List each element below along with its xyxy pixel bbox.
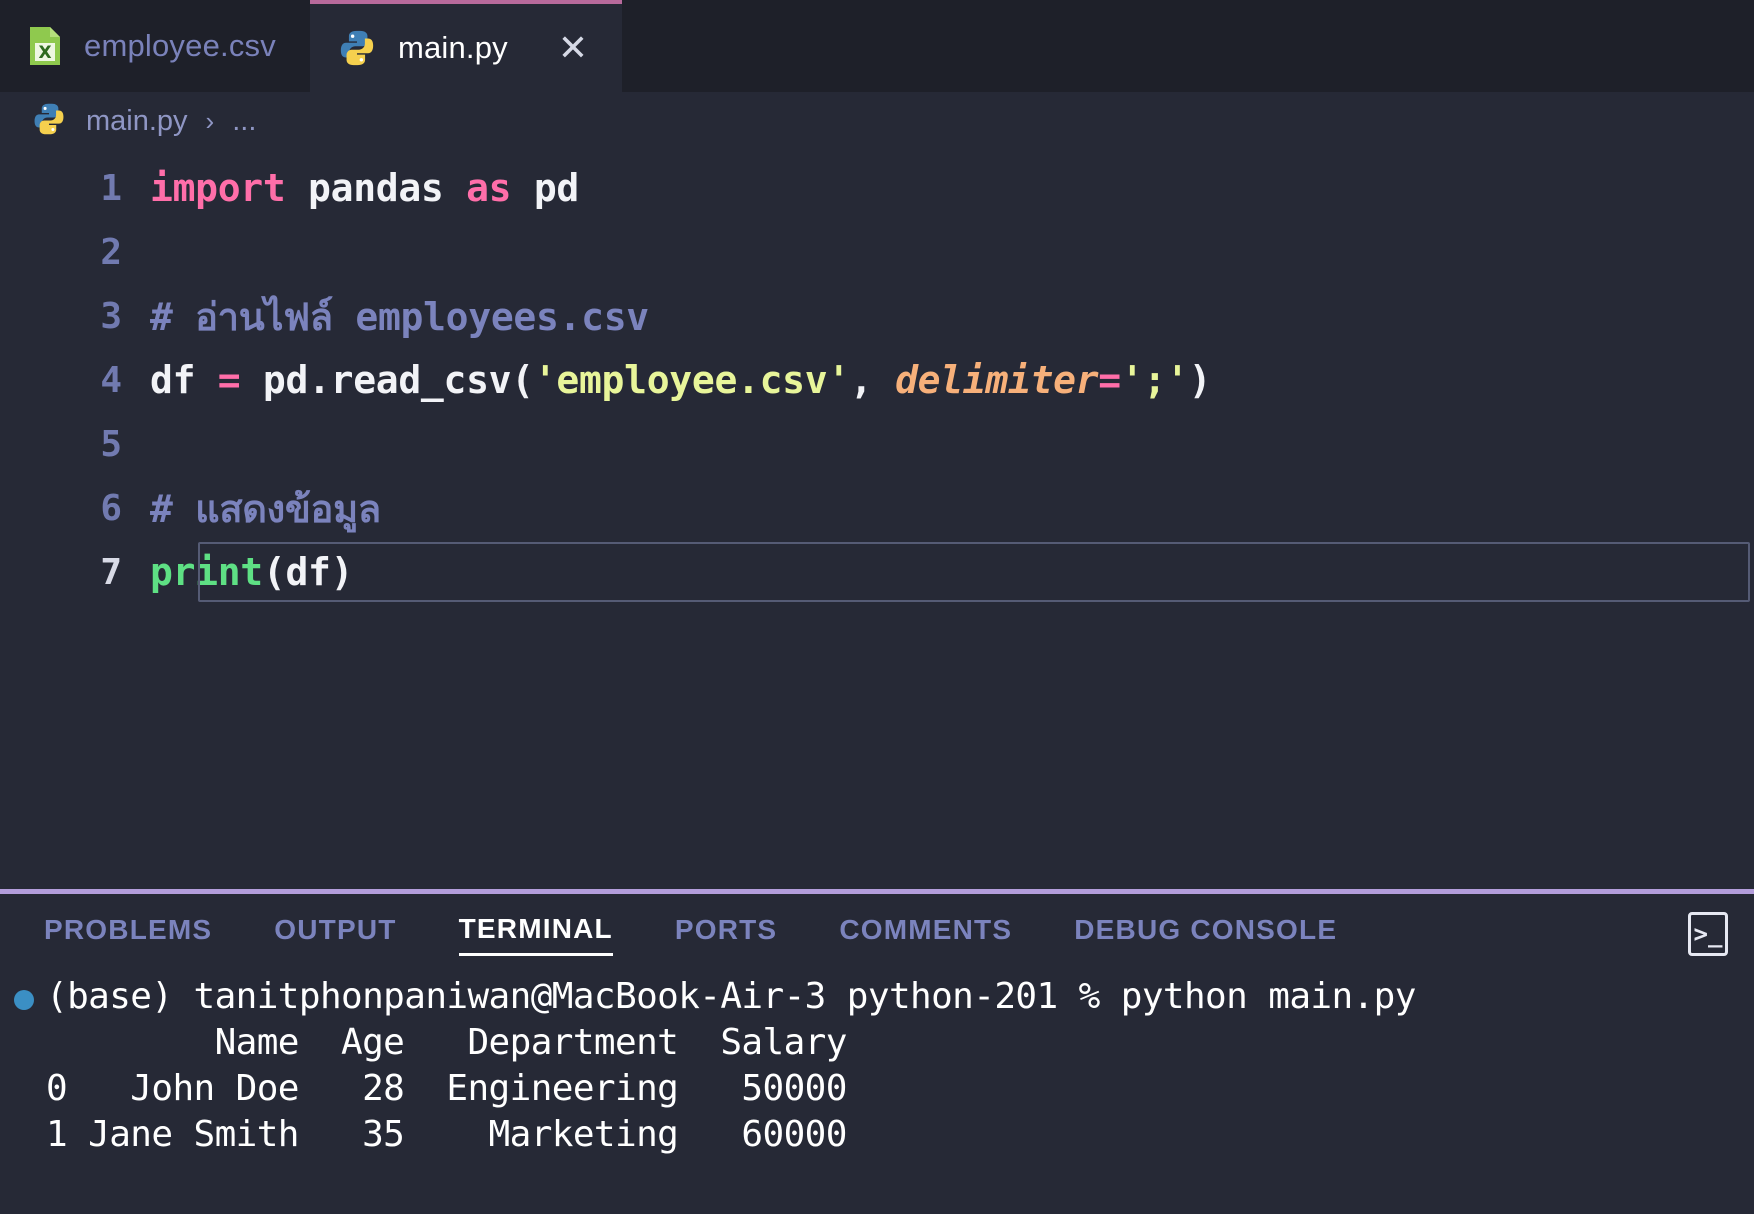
code-token: 'employee.csv' bbox=[533, 358, 850, 402]
code-token: delimiter bbox=[895, 358, 1099, 402]
chevron-right-icon: › bbox=[205, 105, 215, 136]
editor-tab-label: main.py bbox=[397, 30, 508, 65]
code-text: print(df) bbox=[150, 550, 354, 594]
code-line[interactable]: 1 import pandas as pd bbox=[0, 156, 1754, 220]
python-file-icon bbox=[338, 29, 376, 67]
csv-file-icon: X bbox=[28, 26, 62, 66]
new-terminal-icon[interactable]: >_ bbox=[1688, 912, 1728, 956]
code-token: # อ่านไฟล์ employees.csv bbox=[150, 294, 649, 339]
code-token: # แสดงข้อมูล bbox=[150, 486, 381, 531]
terminal-output-line: Name Age Department Salary bbox=[0, 1020, 1754, 1066]
breadcrumb: main.py › ... bbox=[0, 92, 1754, 150]
terminal-output-line: 0 John Doe 28 Engineering 50000 bbox=[0, 1066, 1754, 1112]
line-number: 4 bbox=[100, 359, 122, 401]
code-token: as bbox=[466, 166, 512, 210]
code-text: df = pd.read_csv('employee.csv', delimit… bbox=[150, 358, 1211, 402]
code-line[interactable]: 2 bbox=[0, 220, 1754, 284]
code-text: # แสดงข้อมูล bbox=[150, 478, 381, 539]
code-token: pd.read_csv( bbox=[240, 358, 534, 402]
terminal-prompt-line: (base) tanitphonpaniwan@MacBook-Air-3 py… bbox=[0, 974, 1754, 1020]
svg-text:X: X bbox=[38, 43, 51, 63]
line-number: 6 bbox=[100, 487, 122, 529]
editor-tab-employee-csv[interactable]: X employee.csv bbox=[0, 0, 310, 92]
line-number: 2 bbox=[100, 231, 122, 273]
code-token: import bbox=[150, 166, 286, 210]
code-token: pandas bbox=[285, 166, 467, 210]
terminal-text: 0 John Doe 28 Engineering 50000 bbox=[46, 1068, 847, 1109]
code-editor[interactable]: 1 import pandas as pd 2 3 # อ่านไฟล์ employe… bbox=[0, 150, 1754, 889]
code-line[interactable]: 4 df = pd.read_csv('employee.csv', delimi… bbox=[0, 348, 1754, 412]
code-line[interactable]: 5 bbox=[0, 412, 1754, 476]
code-token: , bbox=[849, 358, 896, 402]
panel-tab-terminal[interactable]: TERMINAL bbox=[458, 913, 613, 956]
line-number: 5 bbox=[100, 423, 122, 465]
current-line-highlight bbox=[198, 542, 1750, 602]
editor-tab-bar: X employee.csv main.py ✕ bbox=[0, 0, 1754, 92]
panel-actions: >_ bbox=[1688, 912, 1728, 956]
terminal-status-dot-icon bbox=[14, 990, 34, 1010]
terminal-output[interactable]: (base) tanitphonpaniwan@MacBook-Air-3 py… bbox=[0, 974, 1754, 1214]
bottom-panel: PROBLEMS OUTPUT TERMINAL PORTS COMMENTS DEBUG… bbox=[0, 889, 1754, 1214]
breadcrumb-overflow[interactable]: ... bbox=[232, 105, 256, 138]
code-text: # อ่านไฟล์ employees.csv bbox=[150, 286, 649, 347]
terminal-output-line: 1 Jane Smith 35 Marketing 60000 bbox=[0, 1112, 1754, 1158]
code-token: ) bbox=[1188, 358, 1212, 402]
code-token: df bbox=[150, 358, 218, 402]
code-token: ';' bbox=[1120, 358, 1189, 402]
code-line[interactable]: 6 # แสดงข้อมูล bbox=[0, 476, 1754, 540]
panel-tab-problems[interactable]: PROBLEMS bbox=[44, 914, 212, 954]
close-icon[interactable]: ✕ bbox=[558, 30, 588, 66]
code-line[interactable]: 7 print(df) bbox=[0, 540, 1754, 604]
terminal-text: (base) tanitphonpaniwan@MacBook-Air-3 py… bbox=[46, 976, 1416, 1017]
terminal-text: 1 Jane Smith 35 Marketing 60000 bbox=[46, 1114, 847, 1155]
editor-tab-label: employee.csv bbox=[84, 28, 276, 63]
breadcrumb-file[interactable]: main.py bbox=[86, 105, 188, 138]
code-token: (df) bbox=[262, 550, 354, 594]
line-number: 1 bbox=[100, 167, 122, 209]
code-token: = bbox=[1098, 358, 1121, 402]
code-token: print bbox=[150, 550, 263, 594]
panel-tab-bar: PROBLEMS OUTPUT TERMINAL PORTS COMMENTS DEBUG… bbox=[0, 894, 1754, 974]
panel-tab-debug-console[interactable]: DEBUG CONSOLE bbox=[1074, 914, 1337, 954]
line-number: 7 bbox=[100, 551, 122, 593]
code-token: pd bbox=[511, 166, 579, 210]
code-token: = bbox=[217, 358, 241, 402]
code-text: import pandas as pd bbox=[150, 166, 579, 210]
line-number: 3 bbox=[100, 295, 122, 337]
editor-tab-main-py[interactable]: main.py ✕ bbox=[309, 0, 623, 92]
panel-tab-output[interactable]: OUTPUT bbox=[274, 914, 396, 954]
python-file-icon bbox=[32, 102, 70, 140]
code-line[interactable]: 3 # อ่านไฟล์ employees.csv bbox=[0, 284, 1754, 348]
panel-tab-ports[interactable]: PORTS bbox=[675, 914, 777, 954]
vscode-window: X employee.csv main.py ✕ main.py › ... 1… bbox=[0, 0, 1754, 1214]
panel-tab-comments[interactable]: COMMENTS bbox=[839, 914, 1012, 954]
terminal-text: Name Age Department Salary bbox=[46, 1022, 848, 1063]
